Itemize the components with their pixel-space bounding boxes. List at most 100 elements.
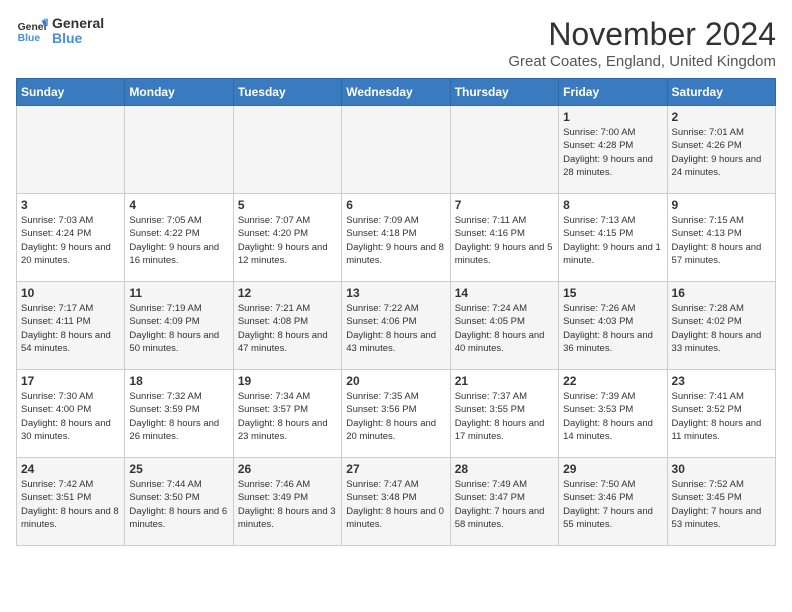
day-number: 15 (563, 286, 662, 300)
main-title: November 2024 (508, 16, 776, 53)
day-info: Sunrise: 7:32 AM Sunset: 3:59 PM Dayligh… (129, 390, 228, 443)
calendar-header-row: SundayMondayTuesdayWednesdayThursdayFrid… (17, 79, 776, 106)
day-info: Sunrise: 7:44 AM Sunset: 3:50 PM Dayligh… (129, 478, 228, 531)
calendar-week-row: 24Sunrise: 7:42 AM Sunset: 3:51 PM Dayli… (17, 458, 776, 546)
day-info: Sunrise: 7:35 AM Sunset: 3:56 PM Dayligh… (346, 390, 445, 443)
calendar-body: 1Sunrise: 7:00 AM Sunset: 4:28 PM Daylig… (17, 106, 776, 546)
day-number: 26 (238, 462, 337, 476)
header: General Blue General Blue November 2024 … (16, 16, 776, 70)
day-header-friday: Friday (559, 79, 667, 106)
calendar-cell: 22 Sunrise: 7:39 AM Sunset: 3:53 PM Dayli… (559, 370, 667, 458)
day-number: 2 (672, 110, 771, 124)
day-info: Sunrise: 7:26 AM Sunset: 4:03 PM Dayligh… (563, 302, 662, 355)
day-info: Sunrise: 7:21 AM Sunset: 4:08 PM Dayligh… (238, 302, 337, 355)
day-info: Sunrise: 7:42 AM Sunset: 3:51 PM Dayligh… (21, 478, 120, 531)
day-info: Sunrise: 7:30 AM Sunset: 4:00 PM Dayligh… (21, 390, 120, 443)
day-info: Sunrise: 7:41 AM Sunset: 3:52 PM Dayligh… (672, 390, 771, 443)
calendar-cell: 28 Sunrise: 7:49 AM Sunset: 3:47 PM Dayli… (450, 458, 558, 546)
calendar-cell: 23 Sunrise: 7:41 AM Sunset: 3:52 PM Dayli… (667, 370, 775, 458)
calendar-cell (450, 106, 558, 194)
calendar-cell: 14 Sunrise: 7:24 AM Sunset: 4:05 PM Dayli… (450, 282, 558, 370)
svg-text:Blue: Blue (18, 33, 41, 44)
calendar-week-row: 3 Sunrise: 7:03 AM Sunset: 4:24 PM Daylig… (17, 194, 776, 282)
calendar-cell: 21Sunrise: 7:37 AM Sunset: 3:55 PM Dayli… (450, 370, 558, 458)
day-info: Sunrise: 7:17 AM Sunset: 4:11 PM Dayligh… (21, 302, 120, 355)
calendar-cell: 15 Sunrise: 7:26 AM Sunset: 4:03 PM Dayli… (559, 282, 667, 370)
calendar-cell: 11 Sunrise: 7:19 AM Sunset: 4:09 PM Dayli… (125, 282, 233, 370)
day-info: Sunrise: 7:28 AM Sunset: 4:02 PM Dayligh… (672, 302, 771, 355)
day-info: Sunrise: 7:15 AM Sunset: 4:13 PM Dayligh… (672, 214, 771, 267)
day-number: 8 (563, 198, 662, 212)
day-number: 10 (21, 286, 120, 300)
calendar-cell (17, 106, 125, 194)
day-info: Sunrise: 7:00 AM Sunset: 4:28 PM Dayligh… (563, 126, 662, 179)
title-area: November 2024 Great Coates, England, Uni… (508, 16, 776, 70)
calendar-cell: 13 Sunrise: 7:22 AM Sunset: 4:06 PM Dayli… (342, 282, 450, 370)
calendar-cell: 17 Sunrise: 7:30 AM Sunset: 4:00 PM Dayli… (17, 370, 125, 458)
day-info: Sunrise: 7:01 AM Sunset: 4:26 PM Dayligh… (672, 126, 771, 179)
calendar-cell: 1Sunrise: 7:00 AM Sunset: 4:28 PM Daylig… (559, 106, 667, 194)
calendar-cell: 30Sunrise: 7:52 AM Sunset: 3:45 PM Dayli… (667, 458, 775, 546)
calendar-cell (342, 106, 450, 194)
calendar-cell: 6Sunrise: 7:09 AM Sunset: 4:18 PM Daylig… (342, 194, 450, 282)
day-number: 3 (21, 198, 120, 212)
calendar-cell: 8Sunrise: 7:13 AM Sunset: 4:15 PM Daylig… (559, 194, 667, 282)
day-number: 6 (346, 198, 445, 212)
day-number: 23 (672, 374, 771, 388)
day-info: Sunrise: 7:46 AM Sunset: 3:49 PM Dayligh… (238, 478, 337, 531)
day-info: Sunrise: 7:39 AM Sunset: 3:53 PM Dayligh… (563, 390, 662, 443)
logo-general-text: General (52, 16, 104, 31)
day-info: Sunrise: 7:34 AM Sunset: 3:57 PM Dayligh… (238, 390, 337, 443)
calendar-cell: 16 Sunrise: 7:28 AM Sunset: 4:02 PM Dayli… (667, 282, 775, 370)
calendar-cell: 18 Sunrise: 7:32 AM Sunset: 3:59 PM Dayli… (125, 370, 233, 458)
day-info: Sunrise: 7:19 AM Sunset: 4:09 PM Dayligh… (129, 302, 228, 355)
day-number: 5 (238, 198, 337, 212)
calendar-week-row: 1Sunrise: 7:00 AM Sunset: 4:28 PM Daylig… (17, 106, 776, 194)
calendar-cell: 20Sunrise: 7:35 AM Sunset: 3:56 PM Dayli… (342, 370, 450, 458)
calendar-cell: 29 Sunrise: 7:50 AM Sunset: 3:46 PM Dayli… (559, 458, 667, 546)
calendar-cell: 3 Sunrise: 7:03 AM Sunset: 4:24 PM Daylig… (17, 194, 125, 282)
day-number: 14 (455, 286, 554, 300)
calendar-cell: 19 Sunrise: 7:34 AM Sunset: 3:57 PM Dayli… (233, 370, 341, 458)
calendar-week-row: 17 Sunrise: 7:30 AM Sunset: 4:00 PM Dayli… (17, 370, 776, 458)
calendar-cell: 10 Sunrise: 7:17 AM Sunset: 4:11 PM Dayli… (17, 282, 125, 370)
day-info: Sunrise: 7:07 AM Sunset: 4:20 PM Dayligh… (238, 214, 337, 267)
day-number: 21 (455, 374, 554, 388)
calendar-cell: 5 Sunrise: 7:07 AM Sunset: 4:20 PM Daylig… (233, 194, 341, 282)
day-number: 29 (563, 462, 662, 476)
day-number: 7 (455, 198, 554, 212)
day-number: 28 (455, 462, 554, 476)
day-info: Sunrise: 7:50 AM Sunset: 3:46 PM Dayligh… (563, 478, 662, 531)
day-number: 27 (346, 462, 445, 476)
calendar-week-row: 10 Sunrise: 7:17 AM Sunset: 4:11 PM Dayli… (17, 282, 776, 370)
day-header-monday: Monday (125, 79, 233, 106)
calendar-cell: 27 Sunrise: 7:47 AM Sunset: 3:48 PM Dayli… (342, 458, 450, 546)
day-info: Sunrise: 7:24 AM Sunset: 4:05 PM Dayligh… (455, 302, 554, 355)
day-number: 4 (129, 198, 228, 212)
calendar-cell: 24Sunrise: 7:42 AM Sunset: 3:51 PM Dayli… (17, 458, 125, 546)
day-info: Sunrise: 7:05 AM Sunset: 4:22 PM Dayligh… (129, 214, 228, 267)
calendar-cell: 12 Sunrise: 7:21 AM Sunset: 4:08 PM Dayli… (233, 282, 341, 370)
day-info: Sunrise: 7:22 AM Sunset: 4:06 PM Dayligh… (346, 302, 445, 355)
day-number: 19 (238, 374, 337, 388)
day-number: 22 (563, 374, 662, 388)
logo-icon: General Blue (16, 17, 48, 45)
day-number: 13 (346, 286, 445, 300)
day-number: 17 (21, 374, 120, 388)
day-number: 11 (129, 286, 228, 300)
day-header-tuesday: Tuesday (233, 79, 341, 106)
calendar-cell: 26 Sunrise: 7:46 AM Sunset: 3:49 PM Dayli… (233, 458, 341, 546)
day-number: 16 (672, 286, 771, 300)
day-number: 12 (238, 286, 337, 300)
calendar-cell: 25Sunrise: 7:44 AM Sunset: 3:50 PM Dayli… (125, 458, 233, 546)
calendar-cell: 2 Sunrise: 7:01 AM Sunset: 4:26 PM Daylig… (667, 106, 775, 194)
day-header-sunday: Sunday (17, 79, 125, 106)
day-info: Sunrise: 7:03 AM Sunset: 4:24 PM Dayligh… (21, 214, 120, 267)
day-number: 30 (672, 462, 771, 476)
day-number: 18 (129, 374, 228, 388)
day-info: Sunrise: 7:47 AM Sunset: 3:48 PM Dayligh… (346, 478, 445, 531)
day-number: 9 (672, 198, 771, 212)
calendar-cell (233, 106, 341, 194)
calendar-cell: 7Sunrise: 7:11 AM Sunset: 4:16 PM Daylig… (450, 194, 558, 282)
day-info: Sunrise: 7:49 AM Sunset: 3:47 PM Dayligh… (455, 478, 554, 531)
